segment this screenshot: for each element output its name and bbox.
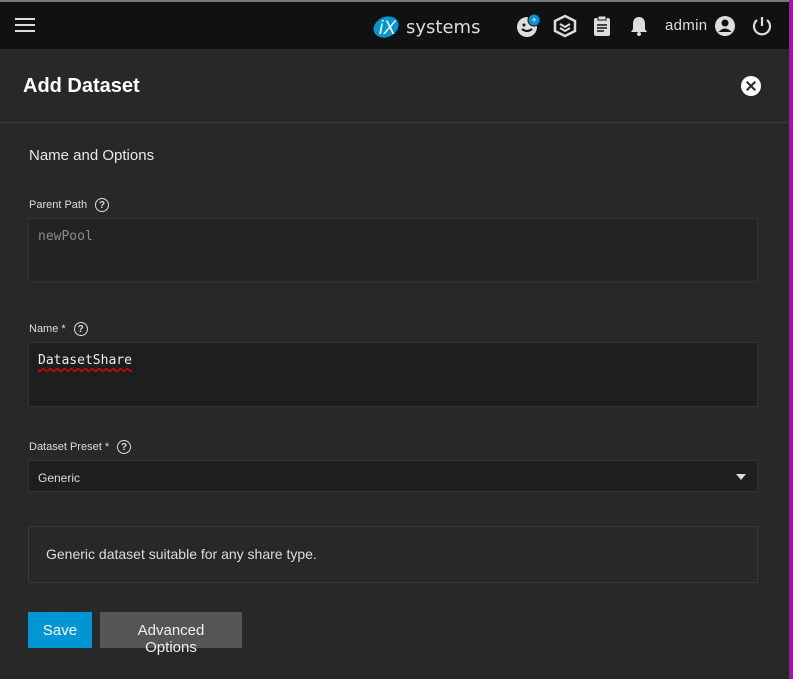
label-text: Parent Path [29,199,88,211]
description-text: Generic dataset suitable for any share t… [46,546,317,562]
name-input[interactable]: DatasetShare [28,342,758,407]
name-value: DatasetShare [38,353,132,368]
parent-path-value: newPool [38,229,93,244]
preset-description: Generic dataset suitable for any share t… [28,526,758,583]
svg-text:+: + [532,15,537,25]
power-icon[interactable] [750,14,774,38]
label-text: Name * [29,323,66,335]
bell-icon[interactable] [627,14,651,38]
feedback-icon[interactable]: + [516,14,540,38]
username[interactable]: admin [665,17,707,34]
ixsystems-logo: iX systems [373,16,480,39]
close-icon[interactable] [741,76,761,96]
svg-text:systems: systems [406,17,480,38]
preset-value: Generic [38,471,81,485]
svg-text:iX: iX [379,18,397,39]
help-icon[interactable]: ? [95,198,110,212]
page-title: Add Dataset [23,75,140,97]
section-title: Name and Options [29,147,155,164]
account-icon[interactable] [713,14,737,38]
advanced-options-button[interactable]: Advanced Options [100,612,242,656]
help-icon[interactable]: ? [117,440,132,454]
truecommand-icon[interactable] [553,14,577,38]
parent-path-field[interactable]: newPool [28,218,758,282]
dataset-preset-select[interactable]: Generic [28,460,758,492]
parent-path-label: Parent Path? [29,198,110,212]
save-button[interactable]: Save [28,612,92,648]
label-text: Dataset Preset * [29,441,110,453]
menu-icon[interactable] [15,18,35,32]
help-icon[interactable]: ? [73,322,88,336]
name-label: Name *? [29,322,88,336]
dialog-header: Add Dataset [0,49,789,123]
top-bar: iX systems + admin [0,0,789,49]
preset-label: Dataset Preset *? [29,440,132,454]
clipboard-icon[interactable] [590,14,614,38]
edge-bar [789,0,793,679]
